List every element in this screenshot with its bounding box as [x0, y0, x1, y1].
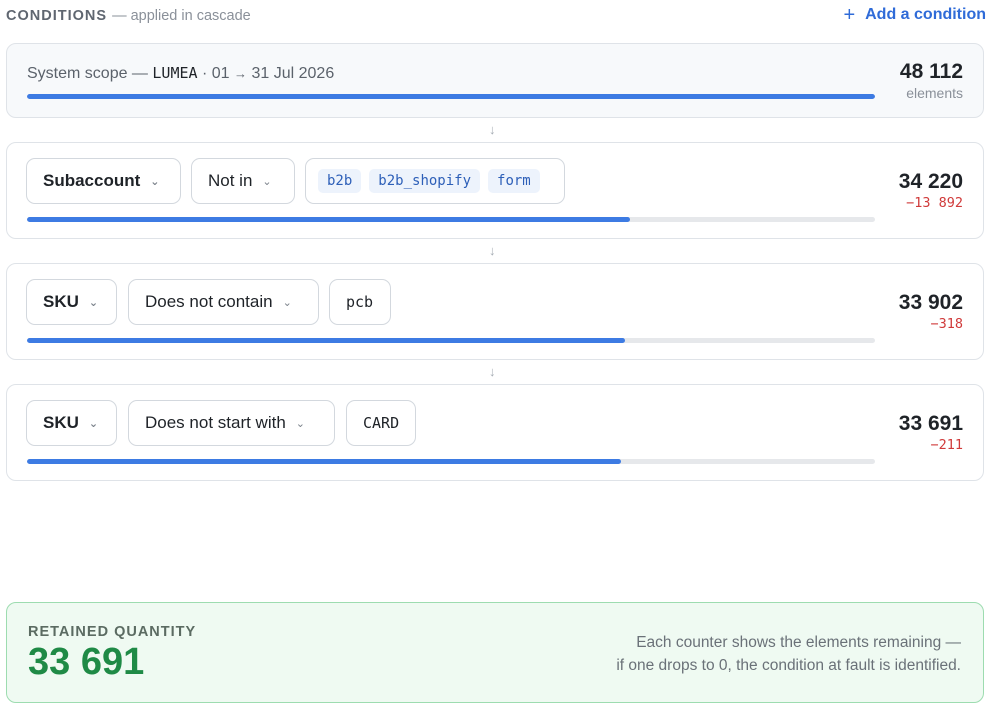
scope-date-end: 31 Jul 2026	[251, 65, 335, 82]
value-tag[interactable]: b2b_shopify	[369, 169, 481, 193]
retained-quantity-panel: RETAINED QUANTITY 33 691 Each counter sh…	[6, 602, 984, 703]
arrow-right-icon: →	[234, 66, 248, 81]
operator-label: Does not start with	[145, 413, 286, 432]
plus-icon: +	[843, 4, 856, 26]
operator-select[interactable]: Does not start with ⌄	[128, 400, 335, 446]
section-subtitle: — applied in cascade	[112, 8, 251, 24]
remaining-count: 33 691	[898, 412, 963, 435]
value-input[interactable]: CARD	[346, 400, 416, 446]
condition-progress-fill	[27, 459, 621, 464]
conditions-header: CONDITIONS — applied in cascade + Add a …	[6, 4, 988, 28]
add-condition-label: Add a condition	[865, 6, 986, 23]
scope-account: LUMEA	[152, 64, 198, 82]
scope-count: 48 112	[899, 60, 963, 83]
values-input[interactable]: b2b b2b_shopify form	[305, 158, 565, 204]
field-label: SKU	[43, 292, 79, 311]
field-label: Subaccount	[43, 171, 141, 190]
condition-progress-bar	[27, 217, 875, 222]
operator-select[interactable]: Not in ⌄	[191, 158, 295, 204]
removed-delta: −211	[930, 437, 963, 453]
value-input[interactable]: pcb	[329, 279, 391, 325]
value-text: CARD	[363, 414, 400, 432]
condition-progress-fill	[27, 338, 625, 343]
chevron-down-icon: ⌄	[282, 296, 292, 309]
condition-progress-bar	[27, 459, 875, 464]
system-scope-card: System scope — LUMEA · 01 → 31 Jul 2026 …	[6, 43, 984, 118]
condition-card-subaccount: Subaccount ⌄ Not in ⌄ b2b b2b_shopify form…	[6, 142, 984, 239]
chevron-down-icon: ⌄	[150, 175, 160, 188]
help-note: Each counter shows the elements remainin…	[616, 631, 961, 677]
field-label: SKU	[43, 413, 79, 432]
removed-delta: −13 892	[906, 195, 963, 211]
retained-value: 33 691	[28, 641, 145, 683]
value-tag[interactable]: form	[488, 169, 540, 193]
scope-date-start: 01	[211, 65, 230, 82]
condition-counter: 34 220 −13 892	[899, 170, 963, 211]
condition-progress-bar	[27, 338, 875, 343]
retained-label: RETAINED QUANTITY	[28, 624, 197, 640]
value-tag[interactable]: b2b	[318, 169, 362, 193]
scope-separator: ·	[202, 65, 208, 82]
help-note-line: Each counter shows the elements remainin…	[636, 634, 961, 651]
scope-counter: 48 112 elements	[900, 60, 963, 101]
scope-progress-fill	[27, 94, 875, 99]
operator-label: Does not contain	[145, 292, 273, 311]
condition-counter: 33 902 −318	[899, 291, 963, 332]
remaining-count: 34 220	[898, 170, 963, 193]
field-select[interactable]: SKU ⌄	[26, 279, 117, 325]
scope-unit: elements	[906, 85, 963, 101]
help-note-line: if one drops to 0, the condition at faul…	[616, 657, 961, 674]
operator-label: Not in	[208, 171, 253, 190]
condition-card-sku-starts: SKU ⌄ Does not start with ⌄ CARD 33 691 −2…	[6, 384, 984, 481]
condition-progress-fill	[27, 217, 630, 222]
chevron-down-icon: ⌄	[88, 417, 99, 430]
operator-select[interactable]: Does not contain ⌄	[128, 279, 319, 325]
condition-counter: 33 691 −211	[899, 412, 963, 453]
chevron-down-icon: ⌄	[262, 175, 272, 188]
cascade-arrow-icon: ↓	[489, 122, 496, 137]
scope-text: System scope — LUMEA · 01 → 31 Jul 2026	[27, 64, 334, 83]
cascade-arrow-icon: ↓	[489, 364, 496, 379]
value-text: pcb	[346, 293, 374, 311]
scope-prefix: System scope —	[27, 65, 148, 82]
field-select[interactable]: Subaccount ⌄	[26, 158, 181, 204]
cascade-arrow-icon: ↓	[489, 243, 496, 258]
add-condition-button[interactable]: + Add a condition	[843, 4, 986, 26]
section-title: CONDITIONS — applied in cascade	[6, 8, 251, 24]
chevron-down-icon: ⌄	[88, 296, 99, 309]
remaining-count: 33 902	[898, 291, 963, 314]
condition-card-sku-contains: SKU ⌄ Does not contain ⌄ pcb 33 902 −318	[6, 263, 984, 360]
title-text: CONDITIONS	[6, 8, 108, 24]
field-select[interactable]: SKU ⌄	[26, 400, 117, 446]
removed-delta: −318	[930, 316, 963, 332]
scope-progress-bar	[27, 94, 875, 99]
chevron-down-icon: ⌄	[295, 417, 305, 430]
